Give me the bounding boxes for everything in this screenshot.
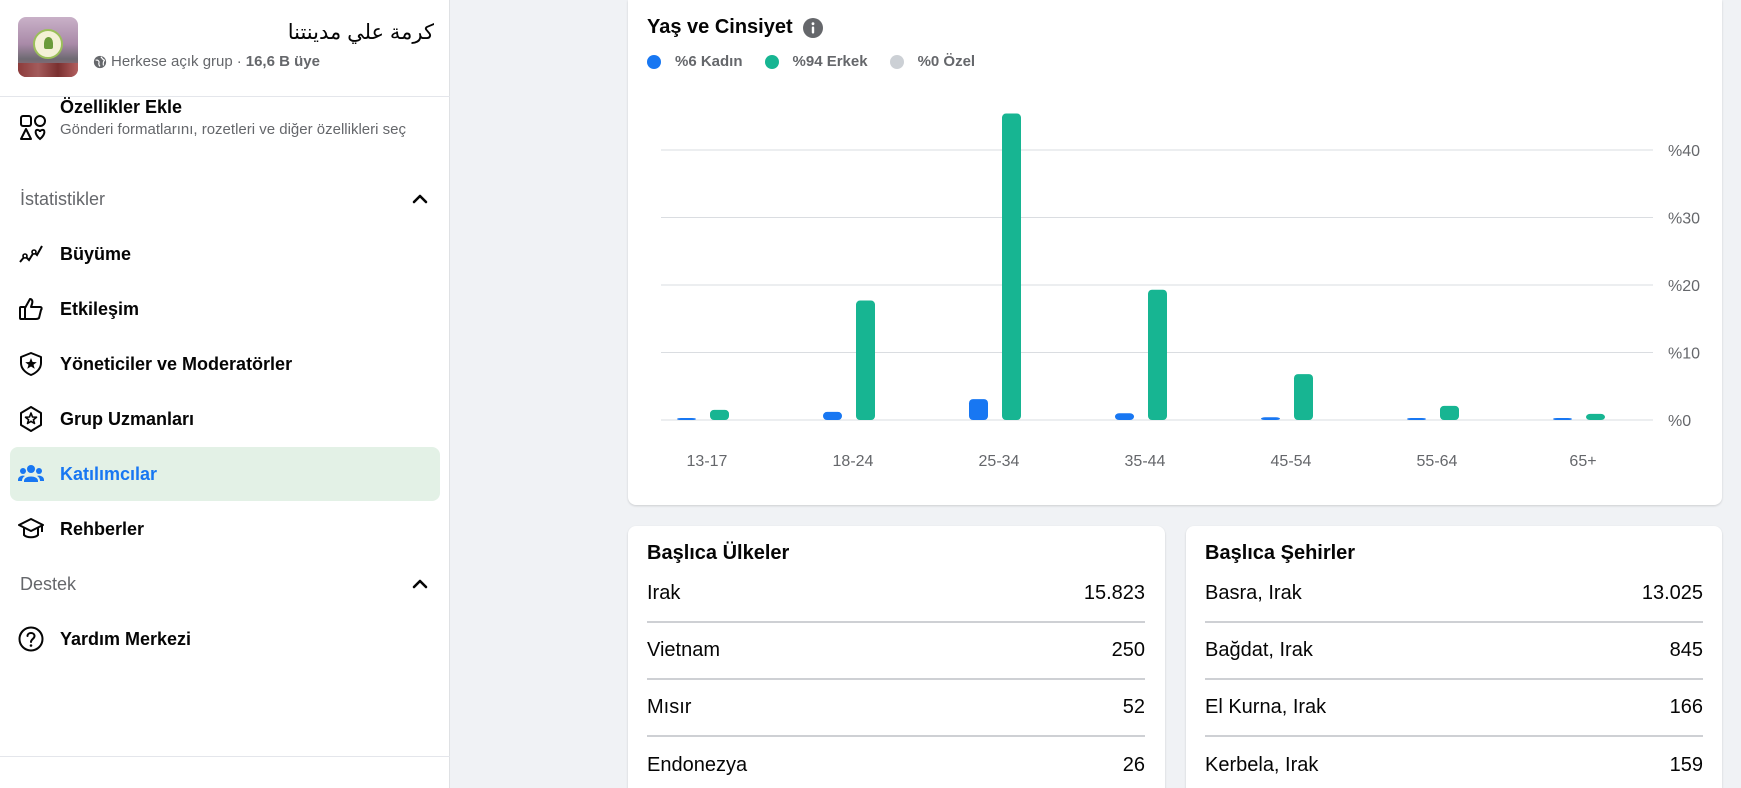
x-tick-label: 18-24 — [833, 453, 874, 470]
y-tick-label: %40 — [1668, 143, 1700, 160]
x-tick-label: 65+ — [1569, 453, 1596, 470]
group-name[interactable]: كرمة علي مدينتنا — [288, 20, 434, 45]
country-row: Mısır 52 — [647, 680, 1145, 737]
add-features-title: Özellikler Ekle — [60, 97, 183, 117]
x-tick-label: 35-44 — [1125, 453, 1166, 470]
city-value: 159 — [1669, 754, 1703, 776]
group-avatar[interactable] — [18, 17, 78, 77]
growth-icon — [19, 245, 43, 263]
bar-female — [1407, 418, 1426, 420]
section-support-label: Destek — [20, 573, 77, 594]
people-icon — [18, 465, 44, 482]
country-value: 250 — [1111, 639, 1145, 661]
bar-female — [1261, 417, 1280, 420]
sidebar: كرمة علي مدينتنا Herkese açık grup · 16,… — [0, 0, 450, 788]
group-meta: Herkese açık grup · 16,6 B üye — [93, 53, 320, 70]
bar-male — [1586, 413, 1605, 420]
y-tick-label: %30 — [1668, 211, 1700, 228]
country-row: Irak 15.823 — [647, 566, 1145, 623]
sidebar-item-participants[interactable]: Katılımcılar — [10, 447, 440, 501]
top-cities-card: Başlıca Şehirler Basra, Irak 13.025 Bağd… — [1186, 526, 1722, 788]
country-name: Mısır — [647, 696, 692, 718]
bar-male — [856, 300, 875, 420]
city-name: Kerbela, Irak — [1205, 754, 1319, 776]
meta-separator: · — [236, 53, 242, 70]
city-value: 13.025 — [1641, 582, 1703, 604]
chevron-up-icon[interactable] — [410, 189, 430, 209]
top-countries-card: Başlıca Ülkeler Irak 15.823 Vietnam 250 … — [628, 526, 1165, 788]
bar-male — [1440, 405, 1459, 420]
top-cities-title: Başlıca Şehirler — [1205, 542, 1356, 564]
thumbs-up-icon — [19, 298, 43, 320]
add-features-item[interactable]: Özellikler Ekle Gönderi formatlarını, ro… — [0, 97, 450, 167]
city-value: 166 — [1669, 696, 1703, 718]
country-name: Endonezya — [647, 754, 748, 776]
bar-female — [1553, 418, 1572, 420]
section-support[interactable]: Destek — [20, 569, 430, 599]
chevron-up-icon[interactable] — [410, 574, 430, 594]
sidebar-item-guides-label: Rehberler — [60, 518, 145, 539]
x-tick-label: 25-34 — [979, 453, 1020, 470]
y-tick-label: %10 — [1668, 346, 1700, 363]
country-row: Vietnam 250 — [647, 623, 1145, 680]
sidebar-item-participants-label: Katılımcılar — [60, 463, 158, 484]
sidebar-item-growth-label: Büyüme — [60, 243, 132, 264]
sidebar-item-admins-label: Yöneticiler ve Moderatörler — [60, 353, 293, 374]
city-row: El Kurna, Irak 166 — [1205, 680, 1703, 737]
bar-female — [969, 399, 988, 420]
city-row: Kerbela, Irak 159 — [1205, 737, 1703, 788]
bar-female — [677, 418, 696, 420]
age-gender-card: Yaş ve Cinsiyet %6 Kadın %94 Erkek %0 Öz… — [628, 0, 1722, 505]
sidebar-item-engagement[interactable]: Etkileşim — [10, 282, 440, 336]
graduation-cap-icon — [18, 518, 44, 539]
city-name: Bağdat, Irak — [1205, 639, 1313, 661]
bar-female — [1115, 413, 1134, 420]
top-countries-title: Başlıca Ülkeler — [647, 542, 790, 564]
x-tick-label: 55-64 — [1417, 453, 1458, 470]
age-gender-chart: %0 %10 %20 %30 %40 13-17 18-24 25-34 35-44 45-54 5… — [661, 113, 1700, 470]
bar-male — [710, 409, 729, 420]
group-header: كرمة علي مدينتنا Herkese açık grup · 16,… — [0, 0, 450, 97]
sidebar-item-help-center-label: Yardım Merkezi — [60, 628, 192, 649]
add-features-description: Gönderi formatlarını, rozetleri ve diğer… — [60, 121, 406, 138]
country-value: 52 — [1122, 696, 1145, 718]
bar-male — [1002, 113, 1021, 421]
sidebar-item-growth[interactable]: Büyüme — [10, 227, 440, 281]
x-tick-label: 13-17 — [687, 453, 728, 470]
city-name: El Kurna, Irak — [1205, 696, 1327, 718]
city-row: Basra, Irak 13.025 — [1205, 566, 1703, 623]
group-privacy: Herkese açık grup — [111, 53, 233, 70]
bar-female — [823, 411, 842, 420]
country-value: 26 — [1122, 754, 1145, 776]
city-value: 845 — [1669, 639, 1703, 661]
shield-star-icon — [20, 352, 42, 376]
bar-male — [1294, 374, 1313, 420]
globe-icon — [93, 55, 107, 68]
sidebar-item-guides[interactable]: Rehberler — [10, 502, 440, 556]
sidebar-item-help-center[interactable]: Yardım Merkezi — [10, 612, 440, 666]
country-name: Vietnam — [647, 639, 721, 661]
city-name: Basra, Irak — [1205, 582, 1302, 604]
sidebar-item-engagement-label: Etkileşim — [60, 298, 140, 319]
bar-male — [1148, 289, 1167, 420]
country-value: 15.823 — [1083, 582, 1145, 604]
city-row: Bağdat, Irak 845 — [1205, 623, 1703, 680]
x-tick-label: 45-54 — [1271, 453, 1312, 470]
y-tick-label: %20 — [1668, 278, 1700, 295]
section-stats-label: İstatistikler — [20, 188, 106, 209]
y-tick-label: %0 — [1668, 413, 1691, 430]
sidebar-item-experts-label: Grup Uzmanları — [60, 408, 195, 429]
sidebar-item-admins[interactable]: Yöneticiler ve Moderatörler — [10, 337, 440, 391]
sidebar-footer-divider — [0, 756, 450, 757]
features-icon — [20, 115, 46, 141]
expert-badge-icon — [20, 406, 42, 432]
section-stats[interactable]: İstatistikler — [20, 184, 430, 214]
country-name: Irak — [647, 582, 681, 604]
question-icon — [18, 626, 44, 652]
group-members: 16,6 B üye — [245, 53, 320, 70]
sidebar-item-experts[interactable]: Grup Uzmanları — [10, 392, 440, 446]
country-row: Endonezya 26 — [647, 737, 1145, 788]
